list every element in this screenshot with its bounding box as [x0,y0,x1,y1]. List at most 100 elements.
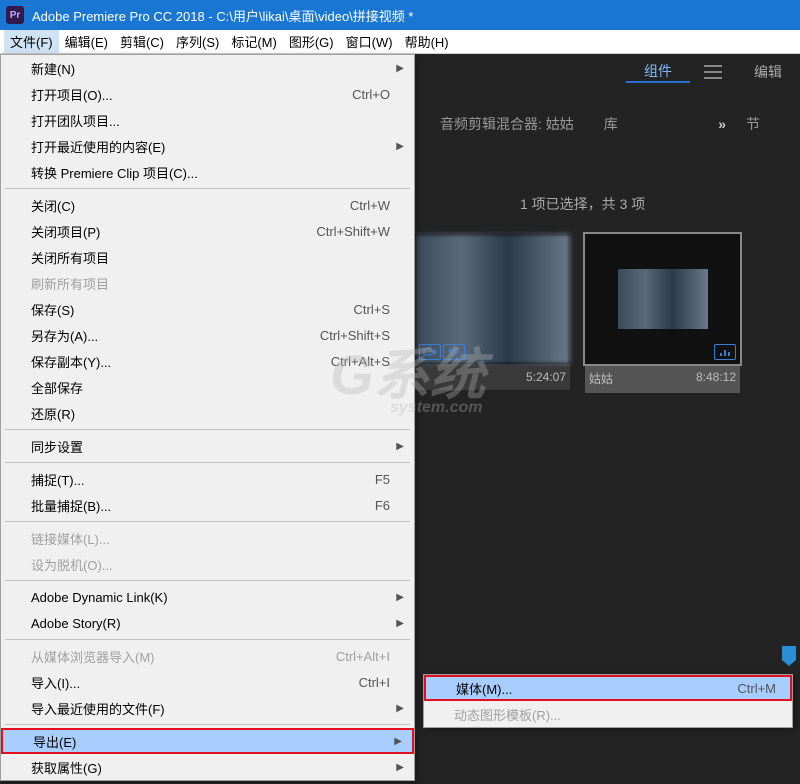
menu-item-label: 转换 Premiere Clip 项目(C)... [31,163,400,182]
extra-label[interactable]: 节 [746,114,760,134]
menu-item-label: 导入(I)... [31,673,359,692]
clip-thumbnail[interactable]: 5:24:07 [415,234,570,393]
menu-item-label: 关闭项目(P) [31,222,316,241]
audio-mixer-label[interactable]: 音频剪辑混合器: 姑姑 [440,114,574,134]
menu-item[interactable]: 还原(R) [1,400,414,426]
menu-clip[interactable]: 剪辑(C) [114,30,170,53]
menu-item[interactable]: 关闭所有项目 [1,244,414,270]
menu-item[interactable]: 关闭(C)Ctrl+W [1,192,414,218]
menu-help[interactable]: 帮助(H) [399,30,455,53]
submenu-item-label: 动态图形模板(R)... [454,705,778,724]
app-logo: Pr [6,6,24,24]
menu-item[interactable]: Adobe Story(R)▶ [1,610,414,636]
menu-item-label: 设为脱机(O)... [31,555,400,574]
menu-item-label: 还原(R) [31,404,400,423]
submenu-item: 动态图形模板(R)... [424,701,792,727]
menu-item-label: 保存(S) [31,300,354,319]
audio-badge-icon [443,344,465,360]
menu-item[interactable]: 全部保存 [1,374,414,400]
menu-graphic[interactable]: 图形(G) [283,30,340,53]
clip-duration: 5:24:07 [526,370,566,384]
submenu-arrow-icon: ▶ [396,703,404,714]
menu-edit[interactable]: 编辑(E) [59,30,114,53]
menu-item-label: 从媒体浏览器导入(M) [31,647,336,666]
submenu-arrow-icon: ▶ [396,592,404,603]
menu-item[interactable]: 导出(E)▶ [1,728,414,754]
menu-item[interactable]: 关闭项目(P)Ctrl+Shift+W [1,218,414,244]
menu-item-label: 链接媒体(L)... [31,529,400,548]
menu-window[interactable]: 窗口(W) [340,30,399,53]
panel-header: 音频剪辑混合器: 姑姑 库 » 节 [440,114,790,134]
submenu-item[interactable]: 媒体(M)...Ctrl+M [424,675,792,701]
clip-duration: 8:48:12 [696,370,736,387]
shortcut-label: Ctrl+I [359,675,390,690]
menu-item[interactable]: 打开项目(O)...Ctrl+O [1,81,414,107]
menu-item[interactable]: 导入(I)...Ctrl+I [1,669,414,695]
more-icon[interactable]: » [718,116,726,132]
menu-item-label: 另存为(A)... [31,326,320,345]
menu-bar: 文件(F) 编辑(E) 剪辑(C) 序列(S) 标记(M) 图形(G) 窗口(W… [0,30,800,54]
menu-item-label: 关闭(C) [31,196,350,215]
menu-item[interactable]: 打开团队项目... [1,107,414,133]
menu-item-label: Adobe Story(R) [31,616,400,631]
audio-badge-icon [714,344,736,360]
submenu-arrow-icon: ▶ [396,441,404,452]
shortcut-label: Ctrl+Alt+I [336,649,390,664]
thumbnail-image [618,269,708,329]
shortcut-label: Ctrl+Shift+W [316,224,390,239]
menu-item[interactable]: 保存(S)Ctrl+S [1,296,414,322]
submenu-arrow-icon: ▶ [394,736,402,747]
menu-item-label: 保存副本(Y)... [31,352,331,371]
menu-mark[interactable]: 标记(M) [225,30,283,53]
menu-item-label: 导入最近使用的文件(F) [31,699,400,718]
title-bar: Pr Adobe Premiere Pro CC 2018 - C:\用户\li… [0,0,800,30]
menu-item: 从媒体浏览器导入(M)Ctrl+Alt+I [1,643,414,669]
menu-item[interactable]: 导入最近使用的文件(F)▶ [1,695,414,721]
menu-item: 链接媒体(L)... [1,525,414,551]
menu-item-label: 导出(E) [33,732,398,751]
tab-editing[interactable]: 编辑 [736,62,800,82]
submenu-arrow-icon: ▶ [396,618,404,629]
marker-icon[interactable] [780,644,798,668]
menu-item: 设为脱机(O)... [1,551,414,577]
selection-status: 1 项已选择，共 3 项 [520,194,645,214]
menu-item[interactable]: Adobe Dynamic Link(K)▶ [1,584,414,610]
hamburger-icon[interactable] [704,65,722,79]
export-submenu: 媒体(M)...Ctrl+M 动态图形模板(R)... [423,674,793,728]
menu-item-label: Adobe Dynamic Link(K) [31,590,400,605]
submenu-arrow-icon: ▶ [396,141,404,152]
shortcut-label: F6 [375,498,390,513]
menu-item: 刷新所有项目 [1,270,414,296]
menu-item[interactable]: 批量捕捉(B)...F6 [1,492,414,518]
thumbnail-grid: 5:24:07 姑姑 8:48:12 [415,234,740,393]
menu-file[interactable]: 文件(F) [4,30,59,53]
menu-item[interactable]: 转换 Premiere Clip 项目(C)... [1,159,414,185]
menu-item-label: 打开项目(O)... [31,85,352,104]
menu-item-label: 批量捕捉(B)... [31,496,375,515]
shortcut-label: Ctrl+W [350,198,390,213]
tab-assembly[interactable]: 组件 [626,61,690,83]
clip-thumbnail[interactable]: 姑姑 8:48:12 [585,234,740,393]
menu-item-label: 同步设置 [31,437,400,456]
shortcut-label: Ctrl+S [354,302,390,317]
menu-item[interactable]: 保存副本(Y)...Ctrl+Alt+S [1,348,414,374]
menu-item[interactable]: 新建(N)▶ [1,55,414,81]
menu-item[interactable]: 打开最近使用的内容(E)▶ [1,133,414,159]
menu-item-label: 捕捉(T)... [31,470,375,489]
submenu-arrow-icon: ▶ [396,63,404,74]
menu-item[interactable]: 同步设置▶ [1,433,414,459]
badge-group [419,344,465,360]
library-label[interactable]: 库 [604,114,618,134]
workspace-tabs: 组件 编辑 [626,54,800,90]
clip-name: 姑姑 [589,370,613,387]
video-badge-icon [419,344,441,360]
menu-item[interactable]: 获取属性(G)▶ [1,754,414,780]
menu-sequence[interactable]: 序列(S) [170,30,225,53]
menu-item[interactable]: 捕捉(T)...F5 [1,466,414,492]
shortcut-label: Ctrl+O [352,87,390,102]
menu-item[interactable]: 另存为(A)...Ctrl+Shift+S [1,322,414,348]
badge-group [714,344,736,360]
submenu-arrow-icon: ▶ [396,762,404,773]
menu-item-label: 刷新所有项目 [31,274,400,293]
shortcut-label: F5 [375,472,390,487]
